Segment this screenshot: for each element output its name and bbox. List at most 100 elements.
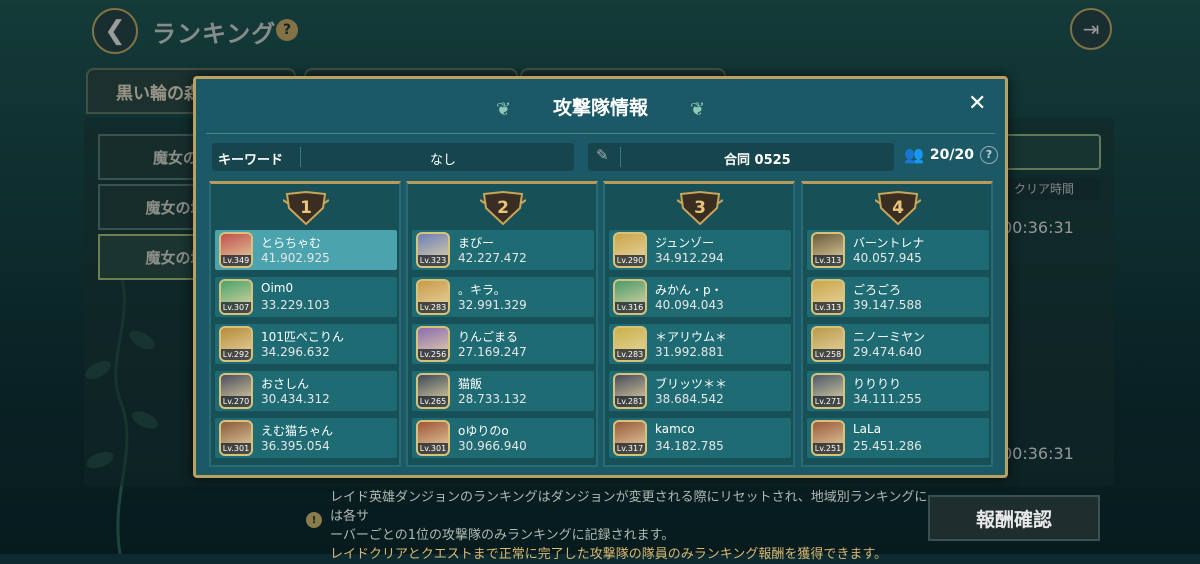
close-button[interactable]: ✕ <box>968 91 986 116</box>
member-power: 30.966.940 <box>458 439 527 453</box>
avatar: Lv.283 <box>416 279 450 315</box>
member-name: りんごまる <box>458 330 519 344</box>
avatar: Lv.313 <box>811 279 845 315</box>
member-row[interactable]: Lv.301 oゆりのo 30.966.940 <box>412 418 594 458</box>
level-badge: Lv.317 <box>615 443 645 454</box>
info-icon: ! <box>306 512 322 528</box>
notice-line-highlight: レイドクリアとクエストまで正常に完了した攻撃隊の隊員のみランキング報酬を獲得でき… <box>330 547 888 562</box>
divider <box>620 147 621 167</box>
avatar: Lv.307 <box>219 279 253 315</box>
member-name: Oim0 <box>261 281 294 295</box>
member-row[interactable]: Lv.313 ごろごろ 39.147.588 <box>807 277 989 317</box>
member-row[interactable]: Lv.271 りりりり 34.111.255 <box>807 371 989 411</box>
member-power: 40.094.043 <box>655 298 724 312</box>
party-column: 2 Lv.323 まぴー 42.227.472 Lv.283 。キラ。 32.9… <box>406 181 598 467</box>
divider <box>206 133 995 134</box>
member-row[interactable]: Lv.292 101匹ぺこりん 34.296.632 <box>215 324 397 364</box>
member-row[interactable]: Lv.281 ブリッツ＊＊ 38.684.542 <box>609 371 791 411</box>
member-name: おさしん <box>261 377 310 391</box>
member-name: ニノーミヤン <box>853 330 926 344</box>
party-number: 2 <box>497 198 509 218</box>
member-row[interactable]: Lv.323 まぴー 42.227.472 <box>412 230 594 270</box>
level-badge: Lv.323 <box>418 255 448 266</box>
member-row[interactable]: Lv.290 ジュンゾー 34.912.294 <box>609 230 791 270</box>
party-column: 1 Lv.349 とらちゃむ 41.902.925 Lv.307 Oim0 33… <box>209 181 401 467</box>
level-badge: Lv.270 <box>221 396 251 407</box>
party-name: 合同 0525 <box>724 153 791 168</box>
member-power: 27.169.247 <box>458 345 527 359</box>
level-badge: Lv.301 <box>221 443 251 454</box>
level-badge: Lv.251 <box>813 443 843 454</box>
member-power: 34.296.632 <box>261 345 330 359</box>
member-name: バーントレナ <box>853 236 925 250</box>
avatar: Lv.265 <box>416 373 450 409</box>
party-number: 3 <box>694 198 706 218</box>
member-power: 25.451.286 <box>853 439 922 453</box>
reward-check-button[interactable]: 報酬確認 <box>928 495 1100 541</box>
avatar: Lv.256 <box>416 326 450 362</box>
member-row[interactable]: Lv.349 とらちゃむ 41.902.925 <box>215 230 397 270</box>
member-row[interactable]: Lv.283 ＊アリウム＊ 31.992.881 <box>609 324 791 364</box>
member-power: 30.434.312 <box>261 392 330 406</box>
member-name: ブリッツ＊＊ <box>655 377 728 391</box>
member-power: 31.992.881 <box>655 345 724 359</box>
member-power: 34.912.294 <box>655 251 724 265</box>
member-row[interactable]: Lv.301 えむ猫ちゃん 36.395.054 <box>215 418 397 458</box>
member-row[interactable]: Lv.317 kamco 34.182.785 <box>609 418 791 458</box>
level-badge: Lv.283 <box>418 302 448 313</box>
party-column: 3 Lv.290 ジュンゾー 34.912.294 Lv.316 みかん・p・ … <box>603 181 795 467</box>
member-row[interactable]: Lv.283 。キラ。 32.991.329 <box>412 277 594 317</box>
level-badge: Lv.271 <box>813 396 843 407</box>
member-row[interactable]: Lv.265 猫飯 28.733.132 <box>412 371 594 411</box>
party-name-field[interactable]: ✎ 合同 0525 <box>588 143 894 171</box>
member-name: 猫飯 <box>458 377 483 391</box>
divider <box>300 147 301 167</box>
avatar: Lv.301 <box>219 420 253 456</box>
level-badge: Lv.281 <box>615 396 645 407</box>
keyword-field: キーワード なし <box>212 143 574 171</box>
member-row[interactable]: Lv.270 おさしん 30.434.312 <box>215 371 397 411</box>
member-row[interactable]: Lv.316 みかん・p・ 40.094.043 <box>609 277 791 317</box>
level-badge: Lv.290 <box>615 255 645 266</box>
member-power: 42.227.472 <box>458 251 527 265</box>
member-power: 29.474.640 <box>853 345 922 359</box>
member-row[interactable]: Lv.258 ニノーミヤン 29.474.640 <box>807 324 989 364</box>
member-power: 33.229.103 <box>261 298 330 312</box>
member-row[interactable]: Lv.307 Oim0 33.229.103 <box>215 277 397 317</box>
member-count-value: 20/20 <box>929 146 974 163</box>
member-power: 32.991.329 <box>458 298 527 312</box>
member-row[interactable]: Lv.256 りんごまる 27.169.247 <box>412 324 594 364</box>
users-icon: 👥 <box>904 145 924 164</box>
level-badge: Lv.292 <box>221 349 251 360</box>
member-name: えむ猫ちゃん <box>261 424 334 438</box>
help-icon[interactable]: ? <box>980 145 998 164</box>
member-power: 41.902.925 <box>261 251 330 265</box>
avatar: Lv.283 <box>613 326 647 362</box>
keyword-label: キーワード <box>218 153 284 168</box>
avatar: Lv.271 <box>811 373 845 409</box>
dialog-title: 攻撃隊情報 <box>552 97 648 119</box>
level-badge: Lv.258 <box>813 349 843 360</box>
member-name: kamco <box>655 422 695 436</box>
avatar: Lv.270 <box>219 373 253 409</box>
leaf-ornament-icon: ❦ <box>690 99 706 120</box>
avatar: Lv.313 <box>811 232 845 268</box>
level-badge: Lv.313 <box>813 255 843 266</box>
member-row[interactable]: Lv.313 バーントレナ 40.057.945 <box>807 230 989 270</box>
level-badge: Lv.316 <box>615 302 645 313</box>
raid-party-info-dialog: ❦ 攻撃隊情報 ❦ ✕ キーワード なし ✎ 合同 0525 👥 20/20 ?… <box>193 76 1008 478</box>
avatar: Lv.317 <box>613 420 647 456</box>
level-badge: Lv.256 <box>418 349 448 360</box>
pencil-icon: ✎ <box>596 146 609 164</box>
level-badge: Lv.349 <box>221 255 251 266</box>
member-row[interactable]: Lv.251 LaLa 25.451.286 <box>807 418 989 458</box>
avatar: Lv.251 <box>811 420 845 456</box>
avatar: Lv.292 <box>219 326 253 362</box>
avatar: Lv.281 <box>613 373 647 409</box>
member-name: とらちゃむ <box>261 236 322 250</box>
party-number: 1 <box>300 198 312 218</box>
member-power: 39.147.588 <box>853 298 922 312</box>
member-name: りりりり <box>853 377 902 391</box>
member-name: 。キラ。 <box>458 283 506 297</box>
member-name: ごろごろ <box>853 283 902 297</box>
